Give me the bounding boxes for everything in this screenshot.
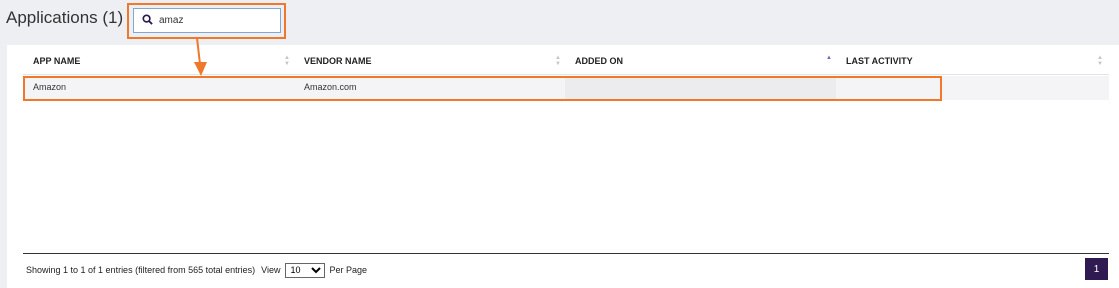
- pagination-page-button[interactable]: 1: [1085, 258, 1108, 280]
- search-icon: [142, 12, 153, 30]
- sort-icon[interactable]: ▲ ▼: [284, 55, 290, 67]
- column-header-label: ADDED ON: [575, 56, 624, 66]
- showing-entries-text: Showing 1 to 1 of 1 entries (filtered fr…: [26, 265, 256, 275]
- footer-divider: [23, 253, 1109, 254]
- column-header-label: VENDOR NAME: [304, 56, 372, 66]
- table-footer-info: Showing 1 to 1 of 1 entries (filtered fr…: [26, 262, 368, 278]
- column-header-app-name[interactable]: APP NAME ▲ ▼: [23, 51, 294, 75]
- sort-icon[interactable]: ▲ ▼: [555, 55, 561, 67]
- row-highlight-box: [23, 76, 942, 101]
- per-page-select[interactable]: 10: [285, 262, 326, 278]
- column-header-last-activity[interactable]: LAST ACTIVITY ▲ ▼: [836, 51, 1107, 75]
- column-header-label: LAST ACTIVITY: [846, 56, 913, 66]
- column-header-label: APP NAME: [33, 56, 81, 66]
- sort-icon[interactable]: ▲ ▼: [1097, 55, 1103, 67]
- page-title: Applications (1): [6, 8, 124, 27]
- column-header-added-on[interactable]: ADDED ON ▲ ▼: [565, 51, 836, 75]
- column-header-vendor-name[interactable]: VENDOR NAME ▲ ▼: [294, 51, 565, 75]
- table-header: APP NAME ▲ ▼ VENDOR NAME ▲ ▼ ADDED ON ▲ ▼ L…: [23, 51, 1109, 75]
- view-label: View: [261, 265, 281, 275]
- sort-ascending-icon[interactable]: ▲ ▼: [826, 55, 832, 67]
- search-box[interactable]: [133, 8, 281, 33]
- per-page-label: Per Page: [329, 265, 368, 275]
- search-input[interactable]: [159, 15, 269, 26]
